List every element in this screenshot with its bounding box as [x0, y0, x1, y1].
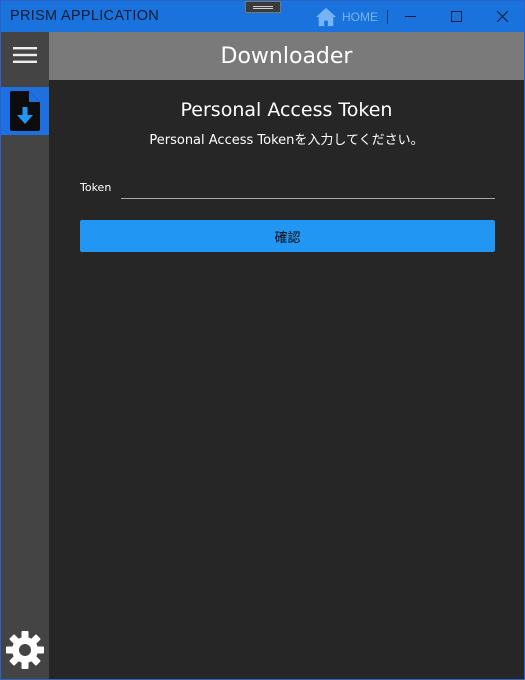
- home-label: HOME: [342, 10, 378, 24]
- token-label: Token: [80, 181, 112, 194]
- maximize-icon: [450, 11, 462, 22]
- close-button[interactable]: [479, 1, 525, 32]
- token-input[interactable]: [121, 176, 495, 199]
- title-bar[interactable]: PRISM APPLICATION HOME: [1, 1, 524, 32]
- nav-item-downloader[interactable]: [1, 87, 49, 135]
- page-subtitle: Personal Access Tokenを入力してください。: [149, 133, 424, 148]
- page-title: Personal Access Token: [180, 99, 393, 121]
- menu-button[interactable]: [1, 32, 49, 78]
- header-title: Downloader: [220, 43, 353, 69]
- close-icon: [496, 11, 508, 22]
- confirm-button[interactable]: 確認: [80, 220, 495, 252]
- home-button[interactable]: HOME: [315, 6, 378, 28]
- gear-icon: [6, 631, 44, 669]
- home-icon: [316, 7, 336, 27]
- main-content: Personal Access Token Personal Access To…: [49, 80, 524, 679]
- hamburger-icon: [13, 47, 37, 63]
- file-download-icon: [10, 91, 40, 131]
- maximize-button[interactable]: [433, 1, 479, 32]
- minimize-button[interactable]: [387, 1, 433, 32]
- drag-handle[interactable]: [245, 1, 281, 13]
- page-header: Downloader: [49, 32, 524, 80]
- settings-button[interactable]: [1, 626, 49, 674]
- app-title: PRISM APPLICATION: [10, 8, 160, 24]
- sidebar: [1, 32, 49, 679]
- app-window: PRISM APPLICATION HOME Downloader Person…: [0, 0, 525, 680]
- minimize-icon: [404, 16, 416, 17]
